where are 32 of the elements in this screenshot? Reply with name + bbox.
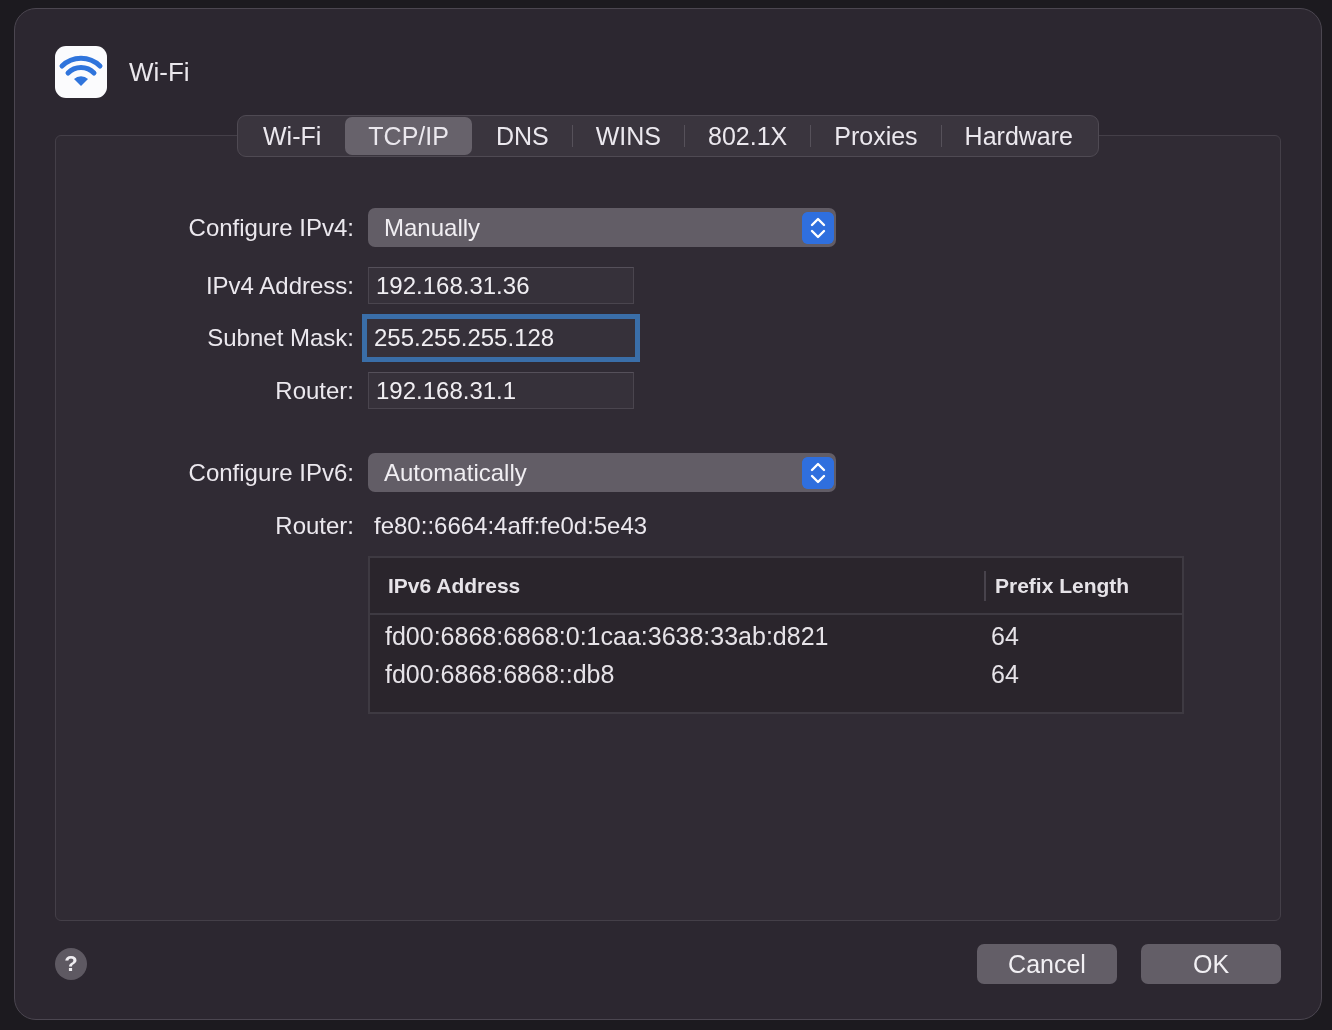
stepper-arrows-icon bbox=[802, 456, 834, 489]
tab[interactable]: TCP/IP bbox=[345, 117, 472, 155]
router-address: fe80::6664:4aff:fe0d:5e43 bbox=[373, 512, 649, 540]
window-title: Wi-Fi bbox=[129, 56, 190, 88]
tab[interactable]: 802.1X bbox=[685, 117, 811, 155]
field-label: IPv4 Address: bbox=[205, 271, 354, 300]
text-field[interactable]: 192.168.31.36 bbox=[368, 267, 634, 304]
dialog-button[interactable]: Cancel bbox=[977, 944, 1117, 984]
column-header[interactable]: Prefix Length bbox=[984, 570, 1182, 601]
field-label: Configure IPv6: bbox=[188, 458, 354, 487]
wifi-icon bbox=[55, 46, 107, 98]
tab[interactable]: Hardware bbox=[941, 117, 1096, 155]
stepper-arrows-icon bbox=[802, 211, 834, 244]
dialog-button[interactable]: OK bbox=[1141, 944, 1281, 984]
table-cell-text: 64 bbox=[990, 621, 1020, 651]
table-cell-text: fd00:6868:6868::db8 bbox=[384, 659, 616, 689]
popup-button[interactable]: Manually bbox=[368, 208, 836, 247]
field-label: Router: bbox=[275, 512, 354, 540]
popup-button[interactable]: Automatically bbox=[368, 453, 836, 492]
tab[interactable]: Proxies bbox=[811, 117, 941, 155]
text-field[interactable]: 255.255.255.128 bbox=[366, 318, 636, 358]
column-header[interactable]: IPv6 Address bbox=[370, 573, 984, 598]
tab[interactable]: DNS bbox=[472, 117, 572, 155]
tab[interactable]: WINS bbox=[572, 117, 684, 155]
tab[interactable]: Wi-Fi bbox=[240, 117, 345, 155]
field-label: Configure IPv4: bbox=[188, 213, 354, 242]
text-field[interactable]: 192.168.31.1 bbox=[368, 372, 634, 409]
field-label: Subnet Mask: bbox=[207, 324, 354, 352]
table-cell-text: 64 bbox=[990, 659, 1020, 689]
help-button[interactable]: ? bbox=[55, 948, 87, 980]
field-label: Router: bbox=[275, 376, 354, 405]
table-cell-text: fd00:6868:6868:0:1caa:3638:33ab:d821 bbox=[384, 621, 830, 651]
